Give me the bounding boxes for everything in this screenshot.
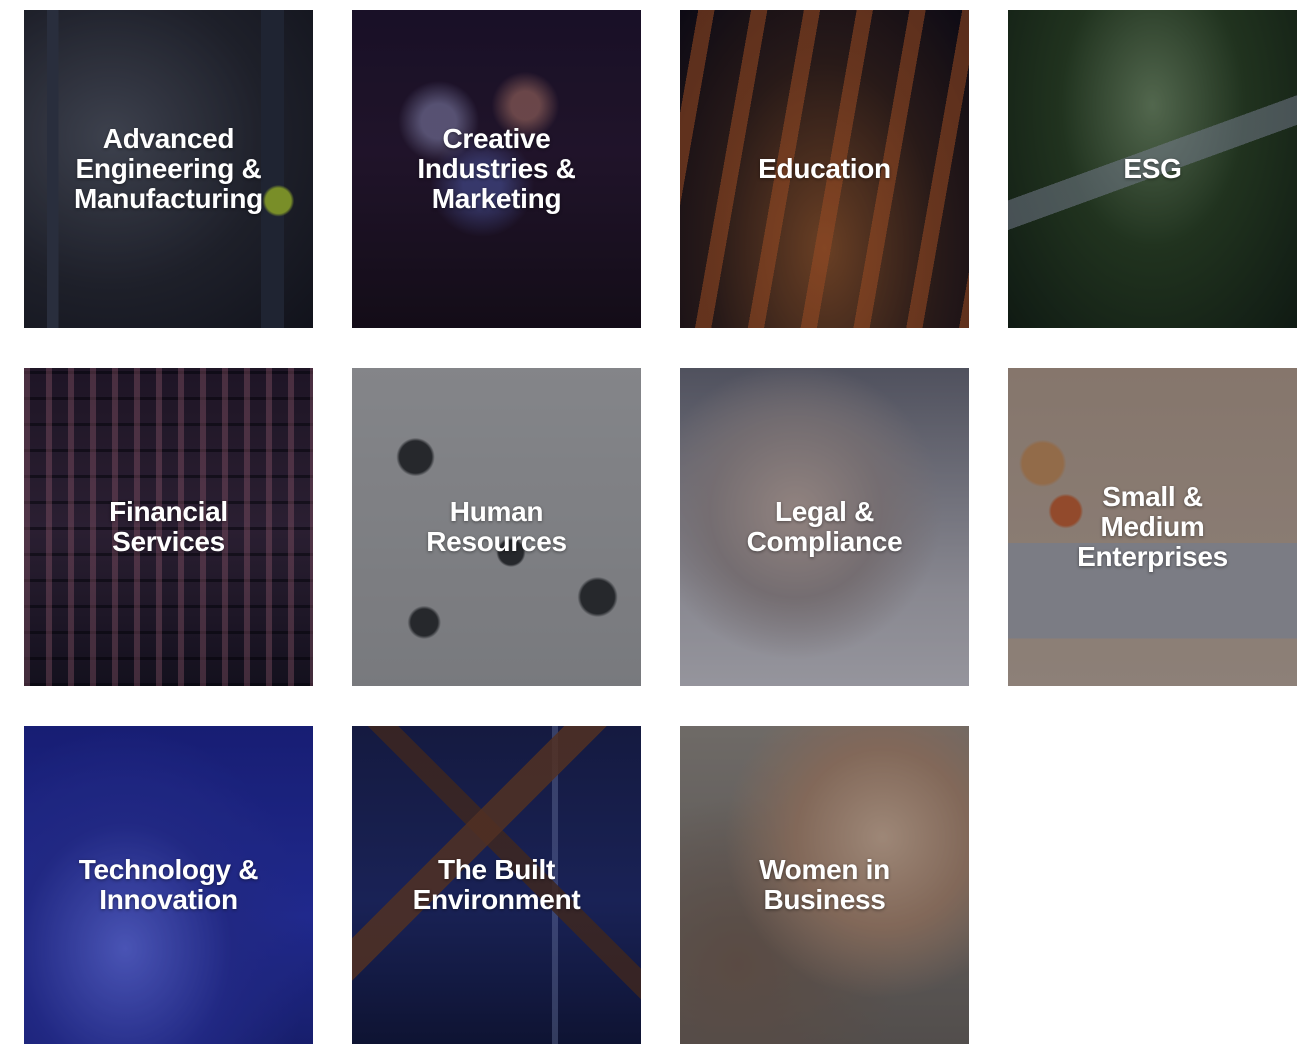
tile-label: Small & Medium Enterprises [1077,481,1228,572]
sector-tile-built-environment[interactable]: The Built Environment [352,726,641,1044]
sector-grid: Advanced Engineering & Manufacturing Cre… [24,10,1297,1044]
sector-tile-technology-innovation[interactable]: Technology & Innovation [24,726,313,1044]
sector-tile-small-medium-enterprises[interactable]: Small & Medium Enterprises [1008,368,1297,686]
tile-label: The Built Environment [412,854,581,915]
sector-tile-education[interactable]: Education [680,10,969,328]
sector-tile-legal-compliance[interactable]: Legal & Compliance [680,368,969,686]
tile-label: Technology & Innovation [78,854,259,915]
sector-tile-women-in-business[interactable]: Women in Business [680,726,969,1044]
tile-label: Human Resources [426,496,567,557]
sector-tile-advanced-engineering-manufacturing[interactable]: Advanced Engineering & Manufacturing [24,10,313,328]
tile-label: Advanced Engineering & Manufacturing [74,123,263,214]
tile-label: Legal & Compliance [746,496,903,557]
tile-label: Financial Services [109,496,228,557]
tile-label: Education [758,153,891,184]
tile-label: Creative Industries & Marketing [417,123,576,214]
tile-label: ESG [1123,153,1182,184]
sector-tile-financial-services[interactable]: Financial Services [24,368,313,686]
sector-tile-human-resources[interactable]: Human Resources [352,368,641,686]
sector-tile-esg[interactable]: ESG [1008,10,1297,328]
tile-label: Women in Business [759,854,890,915]
sector-tile-creative-industries-marketing[interactable]: Creative Industries & Marketing [352,10,641,328]
